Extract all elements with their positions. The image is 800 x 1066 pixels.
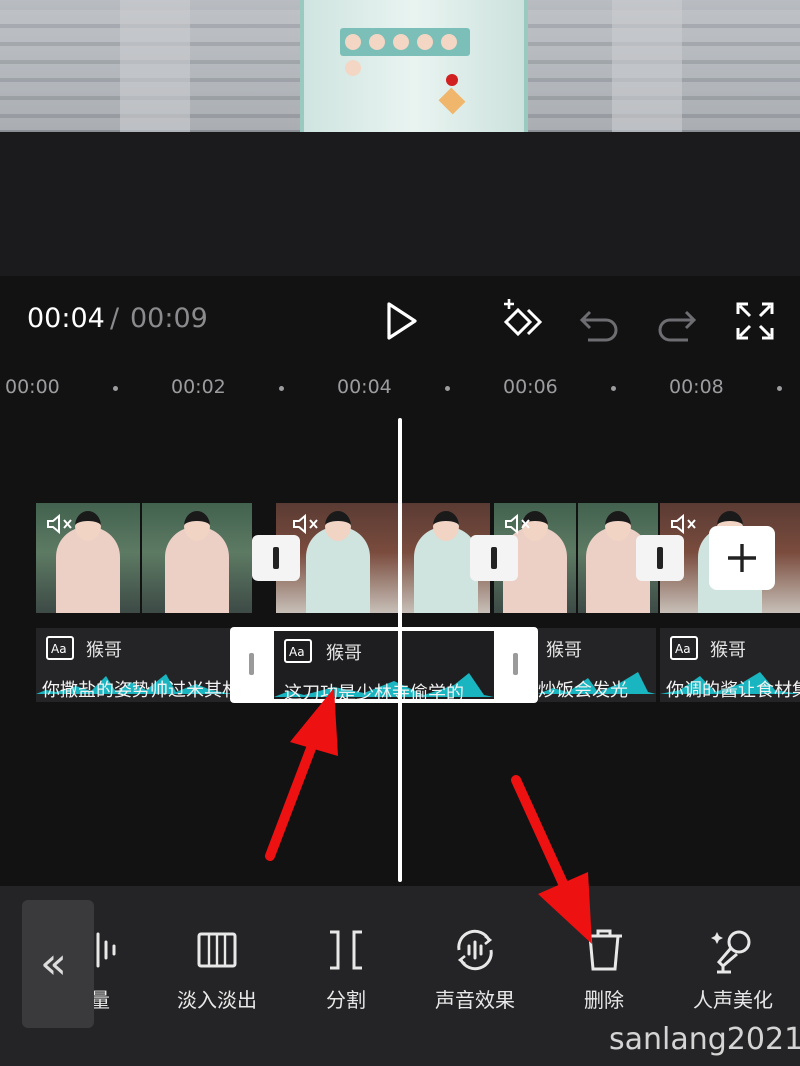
caption-text: 炒饭会发光 [538,680,628,701]
tool-label: 人声美化 [693,988,773,1012]
split-icon [330,930,362,970]
video-track[interactable] [36,503,800,613]
right-trim-handle[interactable] [513,653,518,675]
speaker-name: 猴哥 [326,643,362,664]
playhead[interactable] [398,418,402,882]
delete-button[interactable]: 删除 [544,926,664,1013]
fade-button[interactable]: 淡入淡出 [157,926,277,1013]
ruler-dot [113,386,118,391]
ruler-dot [777,386,782,391]
tool-label: 淡入淡出 [177,988,257,1012]
text-track-clip[interactable]: 猴哥 炒饭会发光 [538,628,656,702]
video-frame [36,503,140,613]
transition-button[interactable] [636,535,684,581]
ruler-tick: 00:04 [337,376,392,398]
svg-text:Aa: Aa [675,642,691,656]
sound-effect-icon [457,929,493,971]
speaker-name: 猴哥 [710,640,746,661]
caption-text: 你调的酱让食材集 [666,680,800,701]
speaker-name: 猴哥 [546,640,582,661]
ruler-tick: 00:08 [669,376,724,398]
text-aa-icon: Aa [284,639,312,663]
voice-beautify-button[interactable]: 人声美化 [673,926,793,1013]
current-time: 00:04 [27,303,105,334]
preview-letterbox [0,132,800,276]
fade-icon [197,932,237,968]
fullscreen-icon[interactable] [732,298,778,344]
tool-label: 删除 [584,988,624,1012]
plus-icon [728,544,756,572]
video-preview [0,0,800,132]
ruler-dot [445,386,450,391]
mute-icon[interactable] [292,513,320,535]
redo-icon[interactable] [654,298,700,344]
ruler-tick: 00:02 [171,376,226,398]
ruler-tick: 00:06 [503,376,558,398]
text-aa-icon: Aa [670,636,698,660]
text-track-clip[interactable]: Aa 猴哥 你调的酱让食材集 [660,628,800,702]
caption-text: 你撒盐的姿势帅过米其林 [42,680,232,701]
text-track-clip[interactable]: Aa 猴哥 你撒盐的姿势帅过米其林 [36,628,232,702]
mute-icon[interactable] [670,513,698,535]
total-time: 00:09 [130,303,208,334]
sound-effect-button[interactable]: 声音效果 [415,926,535,1013]
left-trim-handle[interactable] [249,653,254,675]
double-chevron-left-icon: « [40,938,67,989]
watermark: sanlang2021 [609,1022,800,1057]
transition-button[interactable] [252,535,300,581]
mute-icon[interactable] [504,513,532,535]
collapse-back-button[interactable]: « [22,900,94,1028]
caption-text: 这刀功是少林寺偷学的 [284,683,464,699]
text-aa-icon: Aa [46,636,74,660]
add-keyframe-icon[interactable] [498,298,544,344]
voice-beautify-icon [711,930,751,974]
tool-label: 声音效果 [435,988,515,1012]
add-clip-button[interactable] [709,526,775,590]
transition-button[interactable] [470,535,518,581]
speaker-name: 猴哥 [86,640,122,661]
time-separator: / [110,303,120,334]
tool-label: 分割 [326,988,366,1012]
svg-text:Aa: Aa [289,645,305,659]
trash-icon [586,929,622,971]
mute-icon[interactable] [46,513,74,535]
undo-icon[interactable] [576,298,622,344]
ruler-tick: 00:00 [5,376,60,398]
split-button[interactable]: 分割 [286,926,406,1013]
video-frame [142,503,252,613]
selected-text-clip[interactable]: Aa 猴哥 这刀功是少林寺偷学的 [230,627,538,703]
ruler-dot [611,386,616,391]
ruler-dot [279,386,284,391]
svg-text:Aa: Aa [51,642,67,656]
play-icon[interactable] [378,298,424,344]
